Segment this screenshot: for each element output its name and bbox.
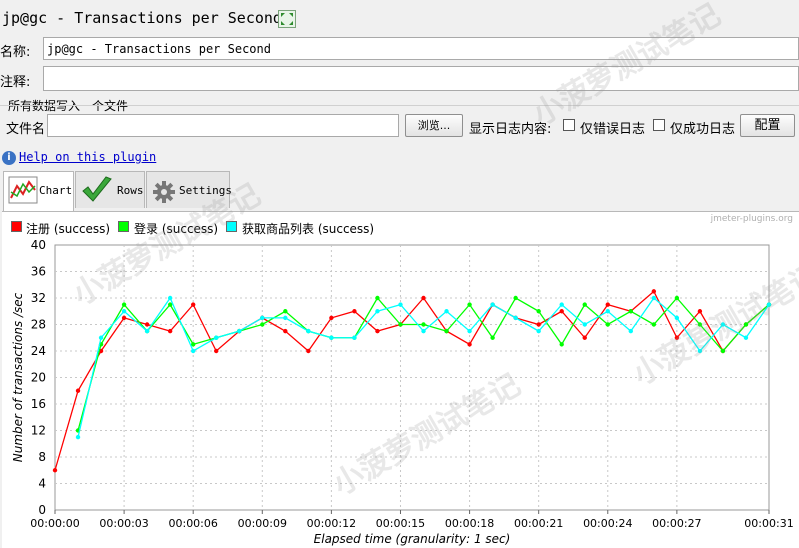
x-tick-label: 00:00:31 [744,517,793,530]
series-point-2 [421,328,426,334]
series-point-2 [444,309,449,314]
series-point-0 [421,295,426,301]
y-tick-label: 4 [38,477,46,491]
series-point-1 [467,302,472,307]
series-point-0 [121,315,127,321]
series-point-1 [582,302,587,307]
series-point-2 [98,335,104,340]
series-point-0 [214,348,219,354]
x-tick-label: 00:00:18 [445,517,494,530]
series-point-2 [167,295,173,301]
series-point-1 [605,322,610,327]
series-point-2 [283,315,288,321]
y-tick-label: 24 [31,344,46,358]
y-tick-label: 36 [31,265,46,279]
y-tick-label: 32 [31,291,46,305]
series-point-2 [513,315,518,321]
series-point-1 [559,342,564,347]
series-point-2 [743,335,749,340]
series-point-0 [306,348,311,354]
series-point-1 [651,322,657,327]
y-axis-label: Number of transactions /sec [11,292,25,462]
series-point-1 [444,328,449,334]
series-point-2 [582,322,587,327]
series-point-0 [329,315,334,321]
series-point-2 [352,335,357,340]
x-tick-label: 00:00:06 [168,517,217,530]
series-point-2 [628,328,634,334]
series-point-2 [121,309,127,314]
series-point-2 [237,328,242,334]
series-point-2 [490,302,495,307]
series-point-1 [421,322,426,327]
series-point-2 [260,315,265,321]
series-point-0 [559,309,564,314]
series-point-0 [536,322,541,327]
x-tick-label: 00:00:27 [652,517,701,530]
series-point-0 [651,289,657,294]
series-point-0 [283,328,288,334]
series-point-2 [536,328,541,334]
x-tick-label: 00:00:15 [376,517,425,530]
series-point-0 [605,302,610,307]
series-point-0 [582,335,587,340]
series-point-0 [167,328,173,334]
x-tick-label: 00:00:21 [514,517,563,530]
x-tick-label: 00:00:00 [30,517,79,530]
x-tick-label: 00:00:12 [307,517,356,530]
series-point-1 [490,335,495,340]
series-point-0 [75,388,81,393]
series-point-0 [144,322,150,327]
x-tick-label: 00:00:09 [238,517,287,530]
series-point-2 [214,335,219,340]
x-tick-label: 00:00:03 [99,517,148,530]
series-point-0 [190,302,196,307]
series-point-2 [651,295,657,301]
series-point-1 [121,302,127,307]
y-tick-label: 0 [38,503,46,517]
y-tick-label: 16 [31,397,46,411]
x-axis-label: Elapsed time (granularity: 1 sec) [314,532,511,546]
series-point-2 [398,302,403,307]
series-point-2 [306,328,311,334]
series-point-1 [375,295,380,301]
series-point-2 [190,348,196,354]
series-point-2 [467,328,472,334]
series-point-2 [375,309,380,314]
series-point-0 [52,468,58,473]
series-point-2 [559,302,564,307]
series-point-2 [144,328,150,334]
y-tick-label: 20 [31,371,46,385]
series-point-0 [375,328,380,334]
series-point-1 [260,322,265,327]
series-point-1 [536,309,541,314]
y-tick-label: 8 [38,450,46,464]
series-point-2 [674,315,680,321]
series-point-1 [628,309,634,314]
y-tick-label: 12 [31,424,46,438]
series-point-0 [352,309,357,314]
series-point-0 [467,342,472,347]
series-point-1 [513,295,518,301]
x-tick-label: 00:00:24 [583,517,632,530]
series-point-2 [75,434,81,440]
series-point-2 [605,309,610,314]
y-tick-label: 28 [31,318,46,332]
y-tick-label: 40 [31,238,46,252]
series-point-2 [329,335,334,340]
series-point-1 [398,322,403,327]
series-point-1 [283,309,288,314]
series-point-1 [674,295,680,301]
